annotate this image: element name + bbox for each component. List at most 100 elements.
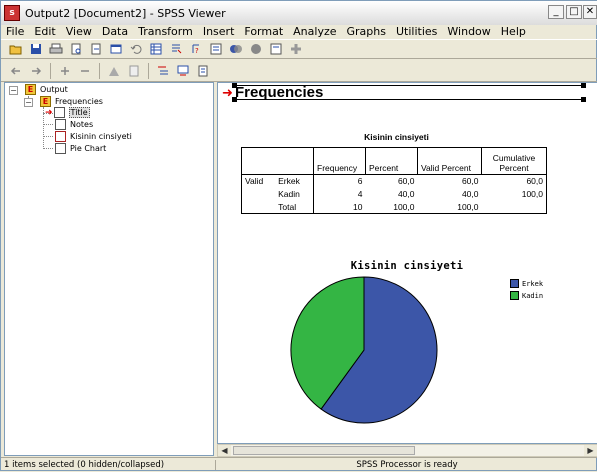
resize-handle[interactable] [581, 83, 586, 88]
tree-node-label: Pie Chart [70, 144, 107, 153]
legend-swatch [510, 291, 519, 300]
print-icon[interactable] [47, 40, 65, 58]
cell-cumulative [481, 200, 547, 214]
standard-toolbar: ? [1, 39, 597, 59]
menu-format[interactable]: Format [239, 25, 288, 38]
goto-case-icon[interactable] [167, 40, 185, 58]
collapse-frequencies-toggle[interactable]: − [24, 98, 33, 107]
tree-node-notes[interactable]: Notes [55, 119, 93, 130]
export-icon[interactable] [87, 40, 105, 58]
resize-handle[interactable] [581, 97, 586, 102]
row-group-spacer [241, 187, 276, 201]
notes-page-icon [55, 119, 66, 130]
tree-node-table[interactable]: Kisinin cinsiyeti [55, 131, 132, 142]
cell-frequency: 4 [357, 189, 363, 199]
spss-viewer-window: s Output2 [Document2] - SPSS Viewer _ □ … [0, 0, 597, 471]
row-label: Total [275, 200, 315, 214]
menu-utilities[interactable]: Utilities [391, 25, 442, 38]
open-folder-icon[interactable] [7, 40, 25, 58]
pie-slice-kadin[interactable] [290, 276, 365, 410]
menu-graphs[interactable]: Graphs [342, 25, 391, 38]
demote-arrow-right-icon[interactable] [27, 62, 45, 80]
chart-legend: Erkek Kadin [510, 279, 543, 303]
tree-node-label: Title [68, 107, 90, 118]
window-title: Output2 [Document2] - SPSS Viewer [25, 6, 226, 20]
menu-view[interactable]: View [61, 25, 97, 38]
menu-transform[interactable]: Transform [133, 25, 198, 38]
add-icon[interactable] [287, 40, 305, 58]
output-book-icon: E [25, 84, 36, 95]
hide-icon[interactable] [125, 62, 143, 80]
designate-window-icon[interactable] [247, 40, 265, 58]
close-button[interactable]: ✕ [583, 5, 597, 19]
table-corner [241, 147, 314, 175]
cell-frequency: 10 [353, 201, 363, 212]
row-group-spacer [241, 200, 276, 214]
tree-node-label: Notes [70, 120, 94, 129]
insert-text-icon[interactable] [194, 62, 212, 80]
menu-help[interactable]: Help [496, 25, 531, 38]
collapse-minus-icon[interactable] [76, 62, 94, 80]
cell-percent: 100,0 [393, 201, 415, 212]
scroll-right-button[interactable]: ▶ [584, 445, 597, 456]
status-selection: 1 items selected (0 hidden/collapsed) [1, 460, 216, 470]
menu-bar: File Edit View Data Transform Insert For… [1, 23, 597, 39]
menu-edit[interactable]: Edit [29, 25, 60, 38]
insert-title-icon[interactable] [174, 62, 192, 80]
expand-plus-icon[interactable] [56, 62, 74, 80]
legend-swatch [510, 279, 519, 288]
print-preview-icon[interactable] [67, 40, 85, 58]
outline-pane[interactable]: − E Output − E Frequencies ➜ Title Notes… [4, 82, 214, 456]
tree-node-pie-chart[interactable]: Pie Chart [55, 143, 106, 154]
output-content-pane[interactable]: ➜ Frequencies Kisinin cinsiyeti Frequenc… [217, 82, 597, 444]
toolbar-separator [50, 62, 51, 79]
menu-insert[interactable]: Insert [198, 25, 240, 38]
insert-heading-output-icon[interactable] [154, 62, 172, 80]
go-to-data-icon[interactable] [147, 40, 165, 58]
show-icon[interactable] [105, 62, 123, 80]
save-icon[interactable] [27, 40, 45, 58]
frequency-table[interactable]: Frequency Percent Valid Percent Cumulati… [241, 147, 547, 214]
cell-valid-percent: 100,0 [457, 201, 479, 212]
collapse-output-toggle[interactable]: − [9, 86, 18, 95]
scroll-thumb[interactable] [233, 446, 415, 455]
cell-frequency: 6 [357, 176, 363, 187]
cell-cumulative: 100,0 [481, 187, 547, 201]
chart-icon [55, 143, 66, 154]
dialog-recall-icon[interactable] [107, 40, 125, 58]
tree-connector [43, 124, 53, 125]
horizontal-scrollbar[interactable]: ◀ ▶ [217, 444, 597, 457]
tree-node-label: Kisinin cinsiyeti [70, 132, 132, 141]
output-heading[interactable]: Frequencies [235, 84, 323, 101]
title-bar: s Output2 [Document2] - SPSS Viewer _ □ … [1, 1, 597, 25]
menu-window[interactable]: Window [442, 25, 495, 38]
tree-node-output[interactable]: E Output [25, 84, 68, 95]
status-processor: SPSS Processor is ready [356, 460, 458, 470]
undo-icon[interactable] [127, 40, 145, 58]
minimize-button[interactable]: _ [548, 5, 564, 19]
menu-analyze[interactable]: Analyze [288, 25, 341, 38]
tree-node-label: Output [40, 85, 68, 94]
pie-slice-erkek[interactable] [320, 276, 438, 424]
variables-icon[interactable]: ? [187, 40, 205, 58]
insert-heading-icon[interactable] [267, 40, 285, 58]
legend-item: Kadin [510, 291, 543, 300]
use-sets-icon[interactable] [207, 40, 225, 58]
promote-arrow-left-icon[interactable] [7, 62, 25, 80]
tree-connector [43, 136, 53, 137]
tree-node-label: Frequencies [55, 97, 103, 106]
row-label: Erkek [275, 174, 315, 188]
spss-app-icon[interactable]: s [4, 5, 20, 21]
maximize-button[interactable]: □ [566, 5, 582, 19]
toolbar-separator [99, 62, 100, 79]
table-title: Kisinin cinsiyeti [364, 132, 429, 142]
cell-cumulative: 60,0 [481, 174, 547, 188]
menu-data[interactable]: Data [97, 25, 133, 38]
cell-valid-percent: 60,0 [461, 176, 479, 187]
tree-node-title[interactable]: ➜ Title [45, 107, 90, 118]
menu-file[interactable]: File [1, 25, 29, 38]
show-all-icon[interactable] [227, 40, 245, 58]
column-header: Cumulative Percent [481, 147, 547, 175]
scroll-left-button[interactable]: ◀ [218, 445, 231, 456]
tree-node-frequencies[interactable]: E Frequencies [40, 96, 103, 107]
